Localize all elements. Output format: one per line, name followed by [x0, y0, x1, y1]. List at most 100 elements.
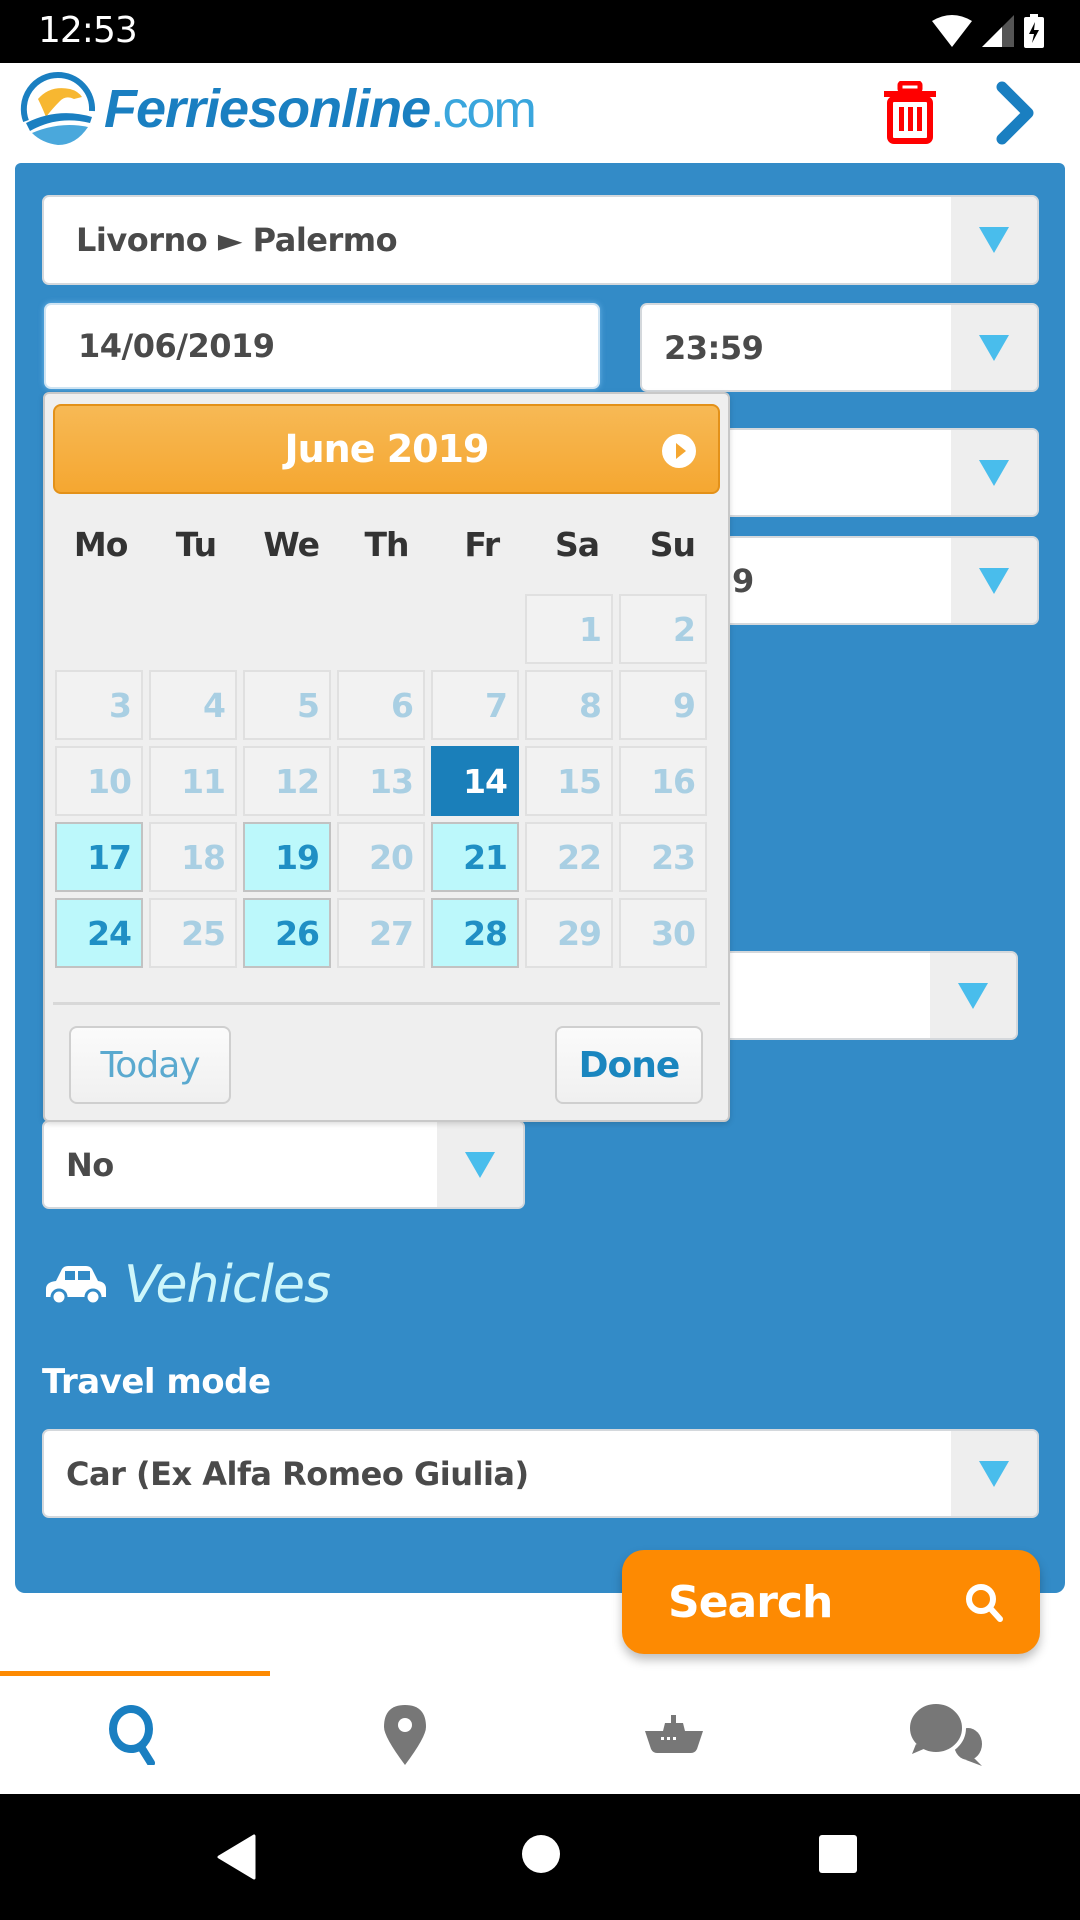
calendar-day: 6 [337, 670, 425, 740]
weekday-label: Su [649, 524, 696, 564]
nav-tab-search[interactable] [0, 1676, 270, 1794]
calendar-day: 13 [337, 746, 425, 816]
pets-select[interactable]: No [42, 1120, 525, 1209]
car-icon [46, 1266, 106, 1305]
logo-main: Ferriesonline [104, 79, 431, 139]
departure-time-select[interactable]: 23:59 [640, 303, 1039, 392]
caret-down-icon [979, 1460, 1009, 1487]
departure-time-value: 23:59 [664, 328, 764, 367]
time-dropdown-toggle[interactable] [951, 305, 1037, 390]
calendar-day-selected[interactable]: 14 [431, 746, 519, 816]
search-button[interactable]: Search [622, 1550, 1040, 1654]
dropdown-toggle[interactable] [930, 953, 1016, 1038]
route-select[interactable]: Livorno ► Palermo [42, 195, 1039, 285]
today-button[interactable]: Today [69, 1026, 231, 1104]
calendar-day: 18 [149, 822, 237, 892]
datepicker-month-title: June 2019 [284, 427, 489, 471]
calendar-day: 23 [619, 822, 707, 892]
weekday-label: Tu [175, 524, 217, 564]
dropdown-toggle[interactable] [951, 430, 1037, 515]
route-dropdown-toggle[interactable] [951, 197, 1037, 283]
travel-mode-select[interactable]: Car (Ex Alfa Romeo Giulia) [42, 1429, 1039, 1518]
caret-down-icon [979, 227, 1009, 253]
next-button[interactable] [990, 81, 1040, 145]
calendar-day: 3 [55, 670, 143, 740]
route-value: Livorno ► Palermo [76, 221, 398, 259]
pets-value: No [66, 1145, 114, 1184]
logo-text: Ferriesonline.com [104, 78, 537, 140]
calendar-day: 16 [619, 746, 707, 816]
calendar-day: 7 [431, 670, 519, 740]
weekday-label: We [263, 524, 320, 564]
search-icon [109, 1705, 155, 1765]
status-bar: 12:53 [0, 0, 1080, 63]
status-icons [932, 14, 1044, 48]
departure-date-value: 14/06/2019 [78, 327, 275, 365]
calendar-day[interactable]: 21 [431, 822, 519, 892]
calendar-day[interactable]: 24 [55, 898, 143, 968]
weekday-label: Th [364, 524, 409, 564]
nav-tab-ports[interactable] [270, 1676, 540, 1794]
system-nav-bar [0, 1794, 1080, 1920]
trash-icon [884, 80, 936, 144]
departure-date-input[interactable]: 14/06/2019 [44, 303, 600, 389]
logo: Ferriesonline.com [20, 71, 537, 147]
next-month-button[interactable] [662, 434, 696, 468]
travel-mode-dropdown-toggle[interactable] [951, 1431, 1037, 1516]
weekday-label: Sa [555, 524, 600, 564]
calendar-day: 10 [55, 746, 143, 816]
calendar-day[interactable]: 17 [55, 822, 143, 892]
calendar-day: 4 [149, 670, 237, 740]
chevron-right-icon [996, 81, 1034, 145]
calendar-day[interactable]: 26 [243, 898, 331, 968]
datepicker-divider [53, 1002, 720, 1005]
circle-arrow-right-icon [675, 443, 686, 459]
caret-down-icon [979, 459, 1009, 486]
datepicker-header: June 2019 [53, 404, 720, 494]
calendar-day: 30 [619, 898, 707, 968]
status-time: 12:53 [38, 10, 138, 51]
datepicker-popup: June 2019 Mo Tu We Th Fr Sa Su 1 2 3 4 5 6 7 8 9 10 11 12… [43, 392, 730, 1122]
caret-down-icon [979, 567, 1009, 594]
calendar-day: 29 [525, 898, 613, 968]
calendar-day: 20 [337, 822, 425, 892]
bottom-nav [0, 1676, 1080, 1794]
map-pin-icon [384, 1705, 426, 1765]
wifi-icon [932, 15, 972, 47]
cell-signal-icon [982, 15, 1014, 47]
done-button[interactable]: Done [555, 1026, 703, 1104]
dolphin-logo-icon [20, 71, 96, 145]
app-header: Ferriesonline.com [0, 63, 1080, 163]
pets-dropdown-toggle[interactable] [437, 1122, 523, 1207]
search-button-label: Search [668, 1576, 833, 1628]
nav-tab-chat[interactable] [810, 1676, 1080, 1794]
back-icon[interactable] [216, 1834, 256, 1880]
calendar-day[interactable]: 28 [431, 898, 519, 968]
search-icon [966, 1584, 1003, 1622]
calendar-day[interactable]: 19 [243, 822, 331, 892]
battery-charging-icon [1024, 14, 1044, 48]
clear-button[interactable] [878, 80, 942, 145]
caret-down-icon [979, 334, 1009, 361]
recents-icon[interactable] [818, 1834, 858, 1874]
calendar-day: 2 [619, 594, 707, 664]
calendar-day: 12 [243, 746, 331, 816]
calendar-day: 25 [149, 898, 237, 968]
weekday-label: Mo [73, 524, 129, 564]
logo-suffix: .com [430, 81, 537, 139]
calendar-day: 8 [525, 670, 613, 740]
travel-mode-value: Car (Ex Alfa Romeo Giulia) [66, 1454, 529, 1493]
calendar-day: 1 [525, 594, 613, 664]
vehicles-heading: Vehicles [44, 1255, 331, 1315]
nav-tab-ferries[interactable] [540, 1676, 810, 1794]
calendar-day: 15 [525, 746, 613, 816]
dropdown-toggle[interactable] [951, 538, 1037, 623]
calendar-day-grid: 1 2 3 4 5 6 7 8 9 10 11 12 13 14 15 16 17 18 19 20 21 22 23 24 2… [55, 594, 718, 968]
home-icon[interactable] [521, 1834, 561, 1874]
ship-icon [645, 1715, 703, 1753]
calendar-day: 27 [337, 898, 425, 968]
calendar-day: 5 [243, 670, 331, 740]
weekday-label: Fr [464, 524, 500, 564]
caret-down-icon [958, 982, 988, 1009]
calendar-day: 11 [149, 746, 237, 816]
